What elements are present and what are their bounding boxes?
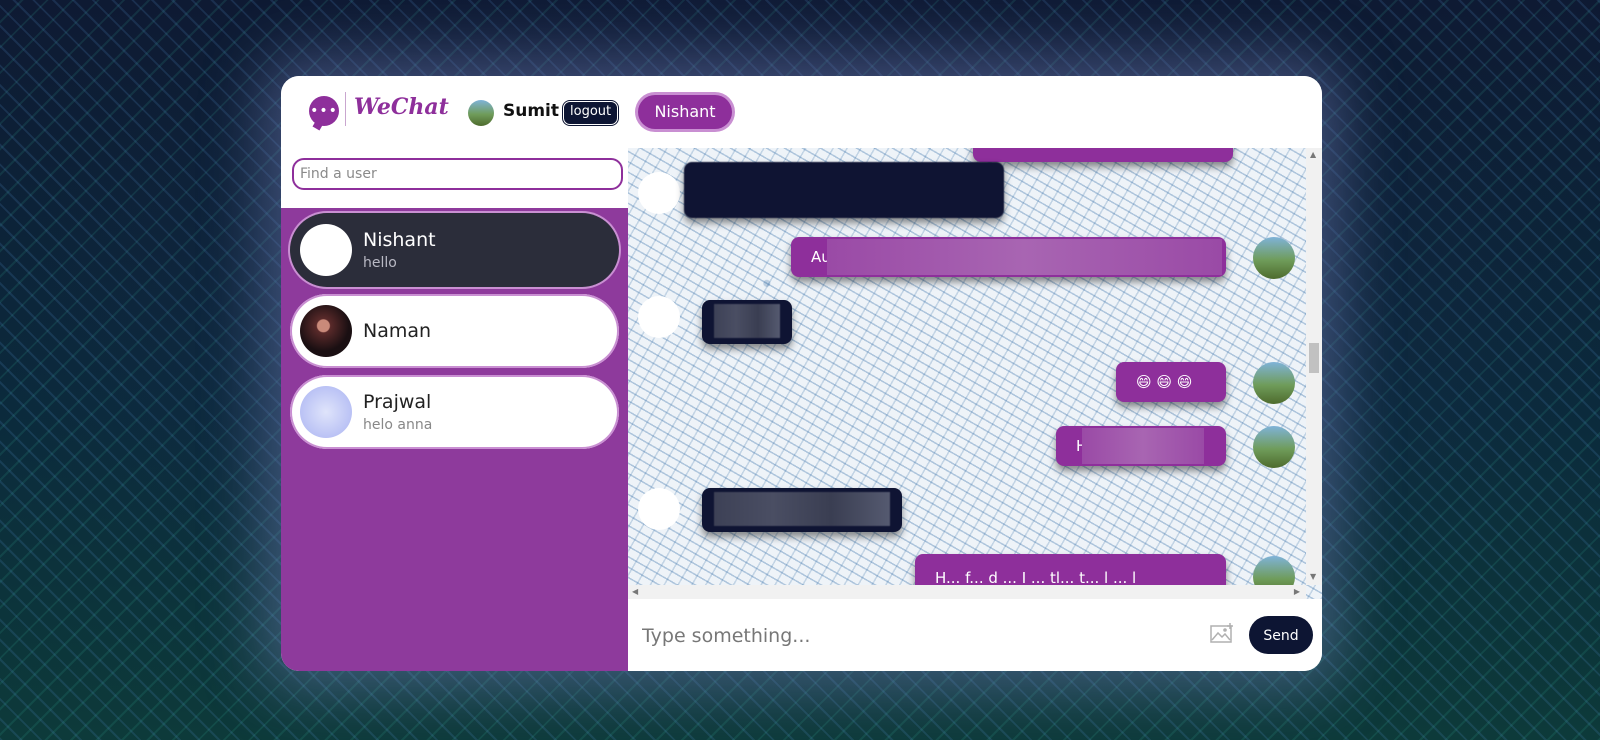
chat-app-window: ••• WeChat Sumit logout Nishant Nishant … bbox=[281, 76, 1322, 671]
message-bubble-outgoing: Au bbox=[791, 237, 1226, 277]
last-message: helo anna bbox=[363, 417, 433, 433]
my-avatar bbox=[1253, 237, 1295, 279]
contact-avatar bbox=[638, 488, 680, 530]
horizontal-scrollbar[interactable]: ◀ ▶ bbox=[628, 585, 1306, 599]
current-user-name: Sumit bbox=[503, 101, 560, 121]
scroll-right-arrow-icon[interactable]: ▶ bbox=[1294, 587, 1300, 596]
logo-dots: ••• bbox=[310, 103, 338, 119]
message-input[interactable] bbox=[640, 619, 1184, 653]
user-item-nishant[interactable]: Nishant hello bbox=[290, 213, 619, 287]
blurred-text bbox=[714, 304, 780, 338]
my-avatar bbox=[1253, 362, 1295, 404]
message-composer: Send bbox=[628, 599, 1322, 671]
search-input[interactable] bbox=[292, 158, 623, 190]
scroll-left-arrow-icon[interactable]: ◀ bbox=[632, 587, 638, 596]
logout-button[interactable]: logout bbox=[563, 101, 619, 125]
avatar bbox=[300, 305, 352, 357]
message-bubble-incoming bbox=[684, 162, 1004, 218]
user-item-prajwal[interactable]: Prajwal helo anna bbox=[290, 375, 619, 449]
app-logo-text: WeChat bbox=[354, 94, 449, 120]
messages-panel[interactable]: Au 😄 😄 😄 H H... f... d ... I ... tl... t… bbox=[628, 148, 1322, 599]
current-user-avatar bbox=[468, 100, 494, 126]
blurred-text bbox=[1082, 428, 1204, 464]
send-button[interactable]: Send bbox=[1249, 616, 1313, 654]
message-bubble-partial bbox=[973, 148, 1233, 162]
user-name: Nishant bbox=[363, 229, 436, 251]
app-header: ••• WeChat Sumit logout Nishant bbox=[281, 76, 1322, 148]
contact-avatar bbox=[638, 296, 680, 338]
message-bubble-incoming bbox=[702, 300, 792, 344]
avatar bbox=[300, 386, 352, 438]
message-bubble-outgoing: 😄 😄 😄 bbox=[1116, 362, 1226, 402]
last-message: hello bbox=[363, 255, 397, 271]
user-item-naman[interactable]: Naman bbox=[290, 294, 619, 368]
message-bubble-outgoing: H bbox=[1056, 426, 1226, 466]
logo-divider bbox=[345, 92, 346, 126]
sidebar: Nishant hello Naman Prajwal helo anna bbox=[281, 148, 628, 671]
scrollbar-thumb[interactable] bbox=[1309, 343, 1319, 373]
blurred-text bbox=[827, 239, 1222, 275]
scroll-up-arrow-icon[interactable]: ▲ bbox=[1310, 150, 1316, 159]
image-upload-icon[interactable] bbox=[1210, 623, 1234, 643]
my-avatar bbox=[1253, 426, 1295, 468]
avatar bbox=[300, 224, 352, 276]
scroll-down-arrow-icon[interactable]: ▼ bbox=[1310, 572, 1316, 581]
search-bar bbox=[281, 148, 628, 208]
contact-avatar bbox=[638, 172, 680, 214]
chat-bubble-logo-icon: ••• bbox=[309, 96, 339, 126]
user-name: Naman bbox=[363, 320, 432, 342]
blurred-text bbox=[714, 492, 890, 526]
message-bubble-incoming bbox=[702, 488, 902, 532]
active-chat-name: Nishant bbox=[638, 95, 732, 129]
user-name: Prajwal bbox=[363, 391, 432, 413]
vertical-scrollbar[interactable]: ▲ ▼ bbox=[1306, 148, 1322, 585]
